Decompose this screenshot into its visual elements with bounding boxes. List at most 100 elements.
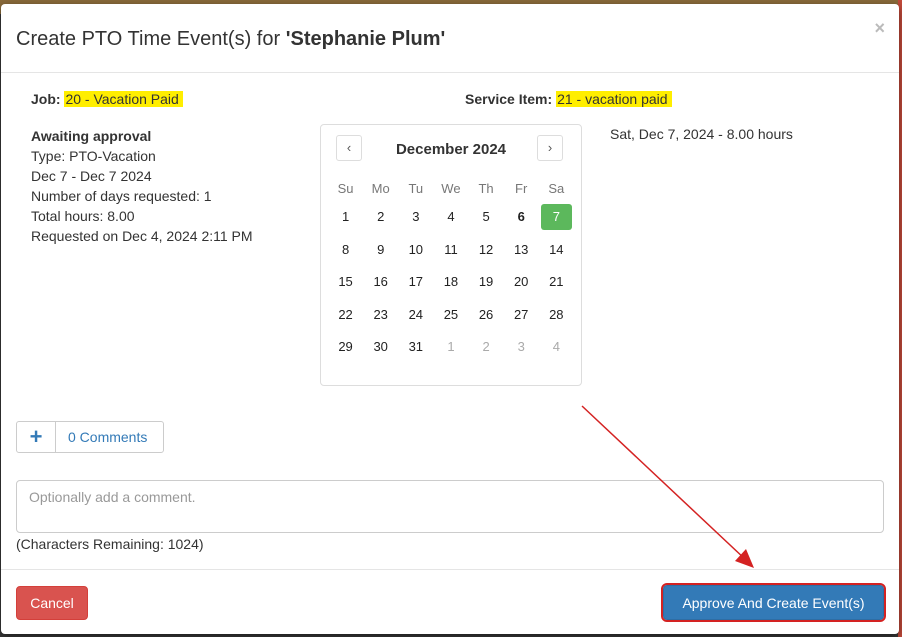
calendar-day[interactable]: 10 [400,237,431,263]
service-item-row: Service Item: 21 - vacation paid [465,91,672,107]
approve-button[interactable]: Approve And Create Event(s) [661,583,886,622]
calendar-cell: 1 [328,204,363,230]
modal-title: Create PTO Time Event(s) for 'Stephanie … [16,28,445,51]
calendar-day[interactable]: 3 [400,204,431,230]
job-value: 20 - Vacation Paid [64,91,183,107]
calendar-cell: 31 [398,334,433,360]
calendar-day[interactable]: 2 [365,204,396,230]
request-date: Requested on Dec 4, 2024 2:11 PM [31,228,253,244]
characters-remaining: (Characters Remaining: 1024) [16,536,204,552]
calendar-day[interactable]: 1 [330,204,361,230]
calendar-cell: 22 [328,302,363,328]
calendar-day[interactable]: 20 [506,269,537,295]
calendar-day[interactable]: 25 [435,302,466,328]
request-range: Dec 7 - Dec 7 2024 [31,168,152,184]
calendar-cell: 6 [504,204,539,230]
service-item-label: Service Item: [465,91,553,107]
calendar-cell: 2 [469,334,504,360]
calendar-week: 8 9 10 11 12 13 14 [328,234,574,267]
calendar-day[interactable]: 27 [506,302,537,328]
calendar-day[interactable]: 23 [365,302,396,328]
calendar-day[interactable]: 21 [541,269,572,295]
weekday-header: Su Mo Tu We Th Fr Sa [328,175,574,201]
calendar-cell: 11 [433,237,468,263]
request-type: Type: PTO-Vacation [31,148,156,164]
calendar-day[interactable]: 17 [400,269,431,295]
request-days: Number of days requested: 1 [31,188,212,204]
calendar-day[interactable]: 26 [471,302,502,328]
calendar-grid: Su Mo Tu We Th Fr Sa 1 2 3 4 5 6 7 8 9 10 11 12 13 14 15 16 17… [328,175,574,364]
calendar-day[interactable]: 8 [330,237,361,263]
employee-name: 'Stephanie Plum' [285,28,446,50]
calendar-week: 1234567 [328,201,574,234]
job-label: Job: [31,91,61,107]
calendar-day[interactable]: 16 [365,269,396,295]
calendar-day[interactable]: 31 [400,334,431,360]
calendar-day[interactable]: 14 [541,237,572,263]
calendar-day-next-month[interactable]: 3 [506,334,537,360]
comment-input[interactable] [16,480,884,533]
calendar-day[interactable]: 28 [541,302,572,328]
calendar-cell: 5 [469,204,504,230]
modal-title-prefix: Create PTO Time Event(s) for [16,28,286,50]
calendar-day[interactable]: 19 [471,269,502,295]
calendar-cell: 13 [504,237,539,263]
selected-day-summary: Sat, Dec 7, 2024 - 8.00 hours [610,126,793,142]
calendar-cell: 30 [363,334,398,360]
weekday-label: Su [337,180,354,196]
calendar-cell: 3 [504,334,539,360]
calendar-cell: 29 [328,334,363,360]
calendar-day[interactable]: 30 [365,334,396,360]
calendar-day[interactable]: 22 [330,302,361,328]
weekday-label: Mo [371,180,390,196]
calendar-day[interactable]: 11 [435,237,466,263]
comments-button-group: + 0 Comments [16,421,164,453]
calendar-cell: 4 [539,334,574,360]
add-comment-icon[interactable]: + [17,422,56,452]
cancel-button[interactable]: Cancel [16,586,88,620]
chevron-right-icon[interactable]: › [537,135,563,161]
calendar-cell: 3 [398,204,433,230]
job-row: Job: 20 - Vacation Paid [31,91,183,107]
calendar-week: 29 30 31 1 2 3 4 [328,331,574,364]
weekday-label: Th [478,180,494,196]
calendar-day[interactable]: 9 [365,237,396,263]
calendar-cell: 16 [363,269,398,295]
calendar-day[interactable]: 24 [400,302,431,328]
calendar-day[interactable]: 18 [435,269,466,295]
weekday-label: Tu [408,180,424,196]
calendar-day-next-month[interactable]: 2 [471,334,502,360]
calendar-cell: 9 [363,237,398,263]
calendar-day-selected[interactable]: 7 [540,204,572,231]
calendar-week: 15 16 17 18 19 20 21 [328,266,574,299]
calendar-cell: 15 [328,269,363,295]
calendar-day[interactable]: 12 [471,237,502,263]
calendar-cell: 27 [504,302,539,328]
close-icon[interactable]: × [874,18,885,39]
calendar-day[interactable]: 13 [506,237,537,263]
calendar-day[interactable]: 15 [330,269,361,295]
weekday-label: Fr [515,180,528,196]
calendar-day[interactable]: 29 [330,334,361,360]
weekday-label: We [441,180,461,196]
calendar-cell: 10 [398,237,433,263]
modal-footer: Cancel Approve And Create Event(s) [1,569,899,635]
calendar-cell: 26 [469,302,504,328]
comments-count-button[interactable]: 0 Comments [56,422,147,452]
pto-modal: Create PTO Time Event(s) for 'Stephanie … [1,4,899,634]
request-details: Awaiting approval Type: PTO-Vacation Dec… [31,126,253,246]
calendar-cell: 21 [539,269,574,295]
calendar-day-next-month[interactable]: 4 [541,334,572,360]
calendar-week: 22 23 24 25 26 27 28 [328,299,574,332]
calendar-cell: 7 [539,204,574,231]
calendar-day[interactable]: 5 [471,204,502,230]
calendar-cell: 8 [328,237,363,263]
calendar-cell: 2 [363,204,398,230]
calendar-cell: 20 [504,269,539,295]
calendar-day-next-month[interactable]: 1 [435,334,466,360]
request-hours: Total hours: 8.00 [31,208,135,224]
calendar: ‹ December 2024 › Su Mo Tu We Th Fr Sa 1234567… [320,124,582,386]
calendar-day[interactable]: 4 [435,204,466,230]
calendar-day[interactable]: 6 [506,204,537,230]
calendar-cell: 14 [539,237,574,263]
